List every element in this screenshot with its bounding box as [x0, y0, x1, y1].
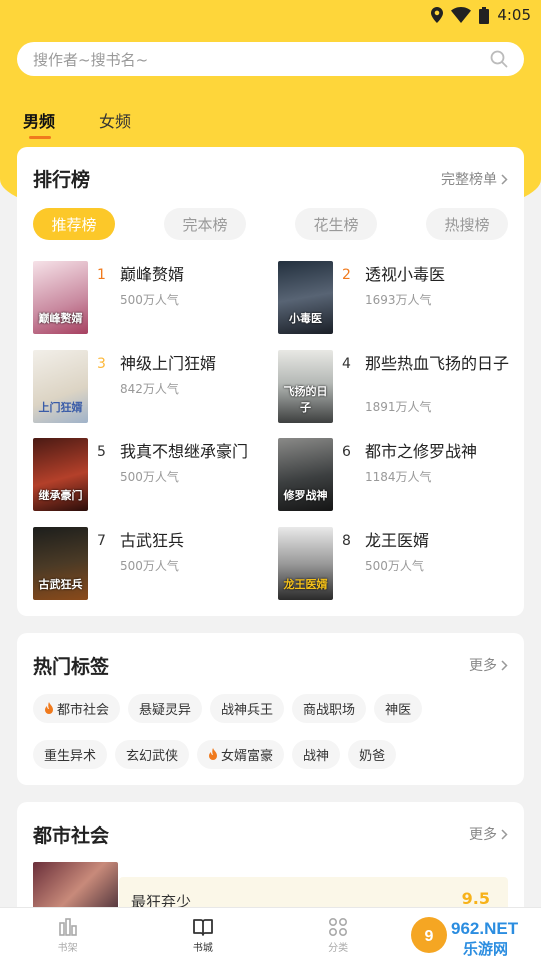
nav-bookstore[interactable]: 书城 — [135, 908, 270, 962]
location-icon — [431, 7, 444, 23]
hot-tags-more-label[interactable]: 更多 — [469, 655, 497, 675]
book-rank: 6 — [342, 444, 351, 460]
ranking-book[interactable]: 小毒医 2 透视小毒医 1693万人气 — [278, 261, 513, 335]
fire-icon — [45, 702, 53, 714]
pill-completed[interactable]: 完本榜 — [164, 208, 246, 240]
tag-row: 重生异术 玄幻武侠 女婿富豪 战神 奶爸 — [33, 740, 397, 769]
pill-hot-search[interactable]: 热搜榜 — [426, 208, 508, 240]
watermark-logo: 9 962.NET 乐游网 — [411, 917, 519, 958]
tag-item[interactable]: 战神兵王 — [210, 694, 285, 723]
pill-peanut[interactable]: 花生榜 — [295, 208, 377, 240]
status-bar: 4:05 — [0, 0, 541, 30]
bookshelf-icon — [58, 917, 77, 936]
book-rank: 4 — [342, 356, 351, 372]
search-bar[interactable]: 搜作者~搜书名~ — [17, 42, 524, 76]
book-popularity: 500万人气 — [365, 559, 424, 573]
chevron-right-icon — [501, 173, 508, 185]
book-title[interactable]: 那些热血飞扬的日子 — [365, 354, 511, 373]
book-cover[interactable]: 修罗战神 — [278, 438, 333, 511]
book-rank: 3 — [97, 356, 106, 372]
tag-item[interactable]: 重生异术 — [33, 740, 108, 769]
gender-tabs: 男频 女频 — [23, 108, 131, 139]
search-placeholder[interactable]: 搜作者~搜书名~ — [33, 49, 490, 70]
tag-item[interactable]: 女婿富豪 — [197, 740, 285, 769]
book-popularity: 1891万人气 — [365, 400, 432, 414]
tag-item[interactable]: 悬疑灵异 — [128, 694, 203, 723]
book-cover[interactable]: 上门狂婿 — [33, 350, 88, 423]
book-title[interactable]: 都市之修罗战神 — [365, 442, 511, 461]
book-title[interactable]: 古武狂兵 — [120, 531, 266, 550]
ranking-pills: 推荐榜 完本榜 花生榜 热搜榜 — [33, 208, 508, 240]
svg-text:9: 9 — [425, 928, 434, 945]
battery-icon — [479, 6, 490, 24]
tag-item[interactable]: 商战职场 — [292, 694, 367, 723]
svg-text:962.NET: 962.NET — [451, 919, 519, 938]
chevron-right-icon — [501, 659, 508, 671]
book-open-icon — [192, 918, 213, 936]
tag-item[interactable]: 神医 — [374, 694, 423, 723]
ranking-book[interactable]: 继承豪门 5 我真不想继承豪门 500万人气 — [33, 438, 268, 512]
status-time: 4:05 — [497, 6, 531, 24]
ranking-card: 排行榜 完整榜单 推荐榜 完本榜 花生榜 热搜榜 巅峰赘婿 1 巅峰赘婿 500… — [17, 147, 524, 616]
hot-tags-more-link[interactable]: 更多 — [469, 655, 508, 675]
book-rank: 7 — [97, 533, 106, 549]
book-cover[interactable]: 巅峰赘婿 — [33, 261, 88, 334]
tab-male[interactable]: 男频 — [23, 108, 55, 139]
chevron-right-icon — [501, 828, 508, 840]
book-cover[interactable]: 龙王医婿 — [278, 527, 333, 600]
book-rank: 8 — [342, 533, 351, 549]
book-popularity: 500万人气 — [120, 470, 179, 484]
ranking-book[interactable]: 修罗战神 6 都市之修罗战神 1184万人气 — [278, 438, 513, 512]
nav-bookshelf[interactable]: 书架 — [0, 908, 135, 962]
book-popularity: 500万人气 — [120, 559, 179, 573]
book-popularity: 1184万人气 — [365, 470, 432, 484]
tag-item[interactable]: 奶爸 — [348, 740, 397, 769]
book-title[interactable]: 神级上门狂婿 — [120, 354, 266, 373]
urban-more-label[interactable]: 更多 — [469, 824, 497, 844]
full-ranking-label[interactable]: 完整榜单 — [441, 169, 497, 189]
urban-more-link[interactable]: 更多 — [469, 824, 508, 844]
fire-icon — [209, 748, 218, 760]
hot-tags-card: 热门标签 更多 都市社会 悬疑灵异 战神兵王 商战职场 神医 重生异术 玄幻武侠… — [17, 633, 524, 785]
category-icon — [329, 917, 348, 936]
hot-tags-title: 热门标签 — [33, 656, 110, 678]
svg-text:乐游网: 乐游网 — [463, 940, 508, 958]
book-title[interactable]: 我真不想继承豪门 — [120, 442, 266, 461]
nav-category[interactable]: 分类 — [271, 908, 406, 962]
book-rank: 2 — [342, 267, 351, 283]
ranking-title: 排行榜 — [33, 169, 91, 191]
book-rank: 5 — [97, 444, 106, 460]
ranking-book[interactable]: 古武狂兵 7 古武狂兵 500万人气 — [33, 527, 268, 601]
tab-female[interactable]: 女频 — [99, 108, 131, 132]
book-cover[interactable]: 古武狂兵 — [33, 527, 88, 600]
search-icon[interactable] — [490, 50, 508, 68]
book-cover[interactable]: 小毒医 — [278, 261, 333, 334]
book-title[interactable]: 透视小毒医 — [365, 265, 511, 284]
book-rank: 1 — [97, 267, 106, 283]
book-popularity: 842万人气 — [120, 382, 179, 396]
book-popularity: 500万人气 — [120, 293, 179, 307]
wifi-icon — [451, 7, 472, 23]
tag-row: 都市社会 悬疑灵异 战神兵王 商战职场 神医 — [33, 694, 423, 723]
ranking-book[interactable]: 巅峰赘婿 1 巅峰赘婿 500万人气 — [33, 261, 268, 335]
ranking-book[interactable]: 飞扬的日子 4 那些热血飞扬的日子 1891万人气 — [278, 350, 513, 424]
book-popularity: 1693万人气 — [365, 293, 432, 307]
ranking-book[interactable]: 上门狂婿 3 神级上门狂婿 842万人气 — [33, 350, 268, 424]
book-title[interactable]: 巅峰赘婿 — [120, 265, 266, 284]
book-title[interactable]: 龙王医婿 — [365, 531, 511, 550]
book-cover[interactable]: 飞扬的日子 — [278, 350, 333, 423]
tag-item[interactable]: 都市社会 — [33, 694, 121, 723]
featured-book-score: 9.5 — [461, 889, 490, 908]
tag-item[interactable]: 战神 — [292, 740, 341, 769]
pill-recommend[interactable]: 推荐榜 — [33, 208, 115, 240]
ranking-book[interactable]: 龙王医婿 8 龙王医婿 500万人气 — [278, 527, 513, 601]
tag-item[interactable]: 玄幻武侠 — [115, 740, 190, 769]
full-ranking-link[interactable]: 完整榜单 — [441, 169, 508, 189]
urban-section-title: 都市社会 — [33, 825, 110, 847]
book-cover[interactable]: 继承豪门 — [33, 438, 88, 511]
